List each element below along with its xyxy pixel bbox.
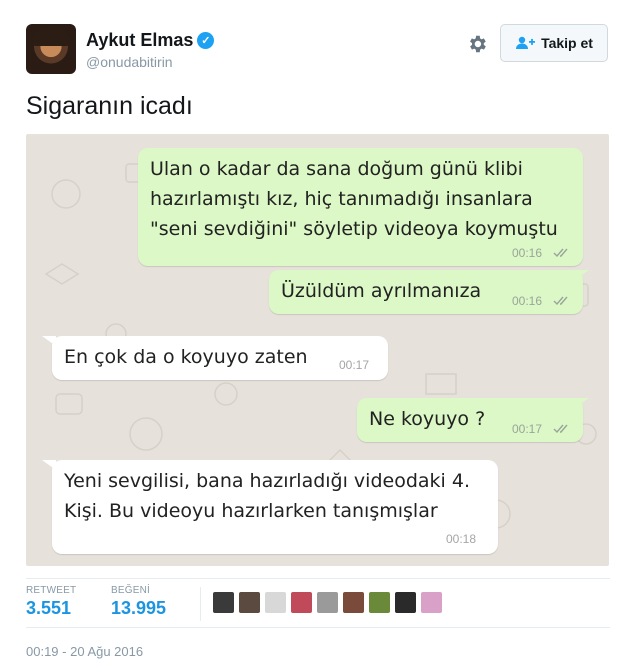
double-check-icon: [553, 296, 568, 306]
message-time: 00:18: [446, 532, 477, 546]
verified-badge-icon: ✓: [197, 32, 215, 49]
like-label: BEĞENİ: [111, 585, 150, 596]
liker-avatar[interactable]: [369, 592, 390, 613]
message-time: 00:17: [339, 358, 370, 372]
follow-label: Takip et: [541, 35, 593, 51]
message-line: Kişi. Bu videoyu hazırlarken tanışmışlar: [64, 500, 438, 522]
chat-message-outgoing: Üzüldüm ayrılmanıza 00:16: [269, 270, 589, 314]
tweet-stats: RETWEET 3.551 BEĞENİ 13.995: [26, 578, 610, 628]
tweet-timestamp[interactable]: 00:19 - 20 Ağu 2016: [26, 644, 143, 659]
message-line: Üzüldüm ayrılmanıza: [281, 280, 482, 302]
bubble-tail: [42, 336, 56, 346]
stats-divider: [200, 587, 201, 621]
liker-avatar[interactable]: [239, 592, 260, 613]
message-line: "seni sevdiğini" söyletip videoya koymuş…: [150, 218, 558, 240]
liker-avatar[interactable]: [343, 592, 364, 613]
liker-avatar[interactable]: [395, 592, 416, 613]
retweet-label: RETWEET: [26, 585, 77, 596]
double-check-icon: [553, 424, 568, 434]
name-row: Aykut Elmas ✓: [86, 30, 215, 51]
tweet-header: Aykut Elmas ✓ @onudabitirin Takip et: [26, 24, 610, 78]
follow-button[interactable]: Takip et: [500, 24, 608, 62]
chat-message-incoming: Yeni sevgilisi, bana hazırladığı videoda…: [42, 460, 498, 554]
message-line: Ne koyuyo ?: [369, 408, 486, 430]
like-stat[interactable]: BEĞENİ 13.995: [111, 585, 166, 619]
chat-message-outgoing: Ne koyuyo ? 00:17: [357, 398, 589, 442]
chat-message-incoming: En çok da o koyuyo zaten 00:17: [42, 336, 388, 380]
liker-avatars: [213, 592, 442, 613]
like-count: 13.995: [111, 598, 167, 618]
liker-avatar[interactable]: [317, 592, 338, 613]
retweet-stat[interactable]: RETWEET 3.551: [26, 585, 76, 619]
bubble-tail: [575, 398, 589, 408]
add-user-icon: [515, 36, 536, 50]
message-time: 00:17: [512, 422, 543, 436]
message-time: 00:16: [512, 246, 543, 260]
message-line: hazırlamıştı kız, hiç tanımadığı insanla…: [150, 188, 533, 210]
chat-message-outgoing: Ulan o kadar da sana doğum günü klibi ha…: [138, 148, 583, 266]
chat-screenshot[interactable]: Ulan o kadar da sana doğum günü klibi ha…: [26, 134, 609, 566]
user-handle[interactable]: @onudabitirin: [86, 54, 173, 70]
bubble-tail: [575, 270, 589, 280]
message-time: 00:16: [512, 294, 543, 308]
liker-avatar[interactable]: [213, 592, 234, 613]
message-line: Yeni sevgilisi, bana hazırladığı videoda…: [64, 470, 470, 492]
gear-icon[interactable]: [466, 33, 488, 55]
display-name[interactable]: Aykut Elmas: [86, 30, 193, 51]
double-check-icon: [553, 248, 568, 258]
retweet-count: 3.551: [26, 598, 72, 618]
avatar[interactable]: [26, 24, 76, 74]
bubble-tail: [42, 460, 56, 470]
liker-avatar[interactable]: [291, 592, 312, 613]
liker-avatar[interactable]: [421, 592, 442, 613]
message-line: En çok da o koyuyo zaten: [64, 346, 308, 368]
liker-avatar[interactable]: [265, 592, 286, 613]
message-line: Ulan o kadar da sana doğum günü klibi: [150, 158, 523, 180]
tweet-text: Sigaranın icadı: [26, 92, 193, 120]
